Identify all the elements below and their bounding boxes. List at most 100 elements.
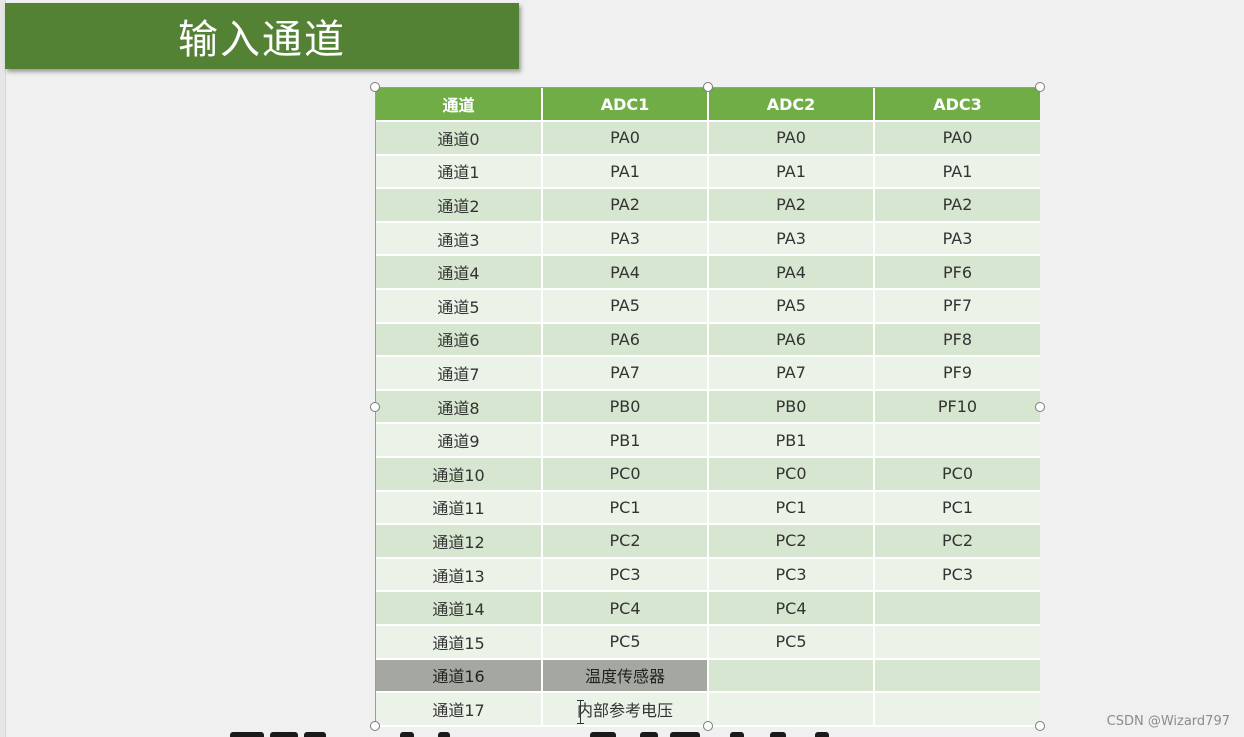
table-cell[interactable] [874, 624, 1040, 660]
table-cell[interactable]: 通道6 [376, 322, 543, 358]
selected-table-object[interactable]: 通道 ADC1 ADC2 ADC3 通道0 PA0 PA0 PA0 通道1 PA… [375, 87, 1040, 727]
table-cell[interactable]: PA4 [542, 255, 709, 290]
table-row: 通道8 PB0 PB0 PF10 [376, 389, 1040, 425]
resize-handle-bottom-right[interactable] [1035, 721, 1045, 731]
table-cell[interactable]: PF9 [874, 356, 1040, 391]
table-row: 通道13 PC3 PC3 PC3 [376, 557, 1040, 593]
table-cell[interactable]: PB0 [542, 389, 709, 425]
text-cursor-icon [577, 700, 584, 724]
table-row: 通道1 PA1 PA1 PA1 [376, 154, 1040, 190]
table-row-selected: 通道16 温度传感器 [376, 658, 1040, 694]
header-adc3[interactable]: ADC3 [874, 88, 1040, 122]
table-cell[interactable]: 通道0 [376, 121, 543, 156]
table-cell-selected[interactable]: 温度传感器 [542, 658, 709, 694]
table-cell[interactable]: PC4 [542, 591, 709, 626]
table-cell[interactable]: PB1 [708, 423, 875, 458]
table-cell[interactable]: PA6 [542, 322, 709, 358]
table-cell-selected[interactable]: 通道16 [376, 658, 543, 694]
table-cell[interactable] [874, 692, 1040, 727]
table-cell[interactable]: PA6 [708, 322, 875, 358]
resize-handle-top[interactable] [703, 82, 713, 92]
title-banner: 输入通道 [5, 3, 519, 69]
table-cell[interactable]: PA2 [708, 188, 875, 223]
table-cell[interactable] [874, 591, 1040, 626]
table-cell[interactable]: PA5 [708, 288, 875, 324]
table-cell[interactable]: PC3 [708, 557, 875, 593]
table-row: 通道15 PC5 PC5 [376, 624, 1040, 660]
table-cell[interactable]: PA3 [542, 221, 709, 257]
table-cell[interactable]: 通道4 [376, 255, 543, 290]
table-cell[interactable] [708, 658, 875, 694]
table-cell[interactable]: 通道17 [376, 692, 543, 727]
table-cell[interactable]: PB1 [542, 423, 709, 458]
table-cell[interactable]: PC2 [708, 524, 875, 559]
table-cell[interactable]: PF7 [874, 288, 1040, 324]
table-cell[interactable]: PC4 [708, 591, 875, 626]
table-cell[interactable]: PA2 [542, 188, 709, 223]
table-cell[interactable]: 通道9 [376, 423, 543, 458]
table-cell[interactable]: PC5 [542, 624, 709, 660]
table-cell[interactable]: PC3 [874, 557, 1040, 593]
resize-handle-right[interactable] [1035, 402, 1045, 412]
watermark: CSDN @Wizard797 [1106, 714, 1230, 729]
table-cell[interactable]: PC1 [874, 490, 1040, 526]
table-cell[interactable] [874, 658, 1040, 694]
table-header-row: 通道 ADC1 ADC2 ADC3 [376, 88, 1040, 122]
table-cell[interactable]: 通道13 [376, 557, 543, 593]
table-cell[interactable]: PA4 [708, 255, 875, 290]
table-row: 通道9 PB1 PB1 [376, 423, 1040, 458]
resize-handle-left[interactable] [370, 402, 380, 412]
table-cell[interactable]: 内部参考电压 [542, 692, 709, 727]
table-cell[interactable]: PB0 [708, 389, 875, 425]
table-row: 通道0 PA0 PA0 PA0 [376, 121, 1040, 156]
header-adc2[interactable]: ADC2 [708, 88, 875, 122]
table-cell[interactable]: PC2 [874, 524, 1040, 559]
header-channel[interactable]: 通道 [376, 88, 543, 122]
table-cell[interactable]: PA3 [708, 221, 875, 257]
resize-handle-top-right[interactable] [1035, 82, 1045, 92]
table-row: 通道2 PA2 PA2 PA2 [376, 188, 1040, 223]
table-cell[interactable]: 通道11 [376, 490, 543, 526]
table-cell[interactable]: PF8 [874, 322, 1040, 358]
slide-left-edge [0, 0, 6, 737]
table-cell[interactable] [708, 692, 875, 727]
table-cell[interactable]: PC3 [542, 557, 709, 593]
adc-channel-table[interactable]: 通道 ADC1 ADC2 ADC3 通道0 PA0 PA0 PA0 通道1 PA… [376, 88, 1040, 727]
header-adc1[interactable]: ADC1 [542, 88, 709, 122]
table-cell[interactable]: 通道1 [376, 154, 543, 190]
table-cell[interactable]: PA5 [542, 288, 709, 324]
resize-handle-top-left[interactable] [370, 82, 380, 92]
table-cell[interactable]: PA0 [708, 121, 875, 156]
slide-title: 输入通道 [178, 17, 346, 63]
table-cell[interactable]: 通道14 [376, 591, 543, 626]
table-cell[interactable]: PC0 [708, 456, 875, 492]
table-cell[interactable]: PA0 [874, 121, 1040, 156]
table-cell[interactable]: 通道8 [376, 389, 543, 425]
table-cell[interactable]: PA7 [542, 356, 709, 391]
table-cell[interactable]: PF6 [874, 255, 1040, 290]
table-row: 通道11 PC1 PC1 PC1 [376, 490, 1040, 526]
table-cell[interactable] [874, 423, 1040, 458]
table-cell[interactable]: 通道5 [376, 288, 543, 324]
table-cell[interactable]: PA1 [874, 154, 1040, 190]
table-cell[interactable]: PA0 [542, 121, 709, 156]
table-cell[interactable]: PA7 [708, 356, 875, 391]
table-cell[interactable]: PA3 [874, 221, 1040, 257]
table-cell[interactable]: PC2 [542, 524, 709, 559]
table-cell[interactable]: 通道12 [376, 524, 543, 559]
table-cell[interactable]: 通道15 [376, 624, 543, 660]
table-cell[interactable]: 通道10 [376, 456, 543, 492]
table-cell[interactable]: 通道3 [376, 221, 543, 257]
table-cell[interactable]: PA1 [708, 154, 875, 190]
table-cell[interactable]: PC1 [542, 490, 709, 526]
table-cell[interactable]: PA2 [874, 188, 1040, 223]
table-cell[interactable]: PC0 [542, 456, 709, 492]
table-cell[interactable]: PA1 [542, 154, 709, 190]
table-cell[interactable]: 通道2 [376, 188, 543, 223]
table-cell[interactable]: PC5 [708, 624, 875, 660]
table-cell[interactable]: PF10 [874, 389, 1040, 425]
table-row: 通道6 PA6 PA6 PF8 [376, 322, 1040, 358]
table-cell[interactable]: PC1 [708, 490, 875, 526]
table-cell[interactable]: PC0 [874, 456, 1040, 492]
table-cell[interactable]: 通道7 [376, 356, 543, 391]
